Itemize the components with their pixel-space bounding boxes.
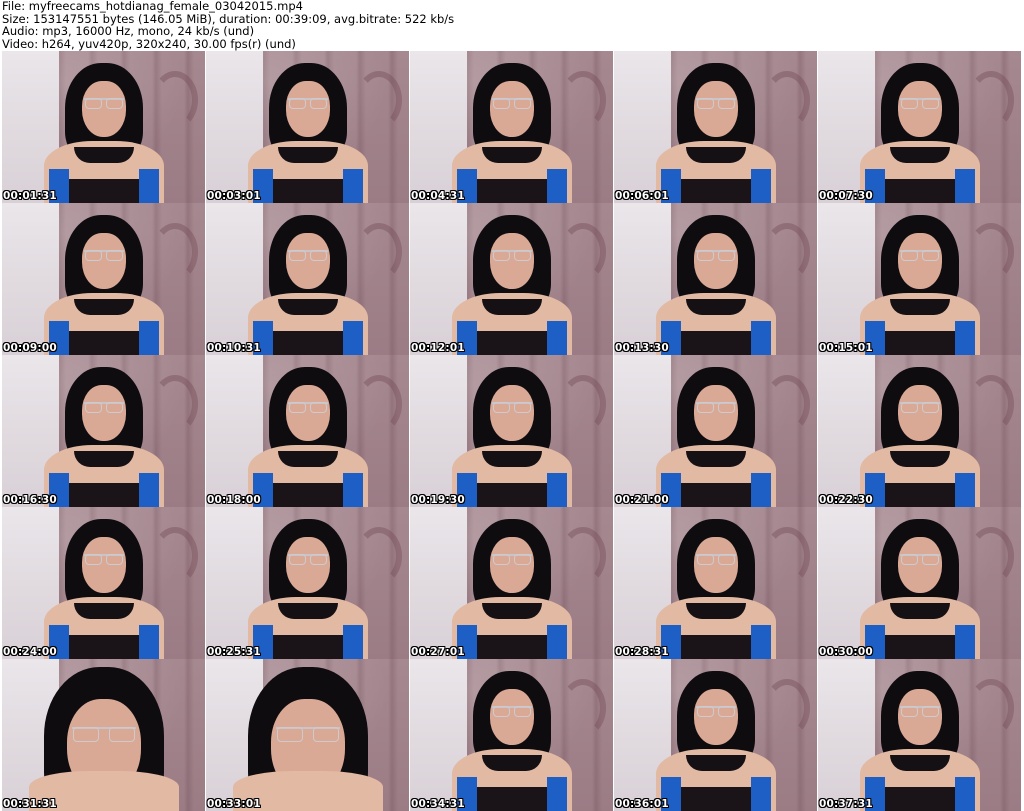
video-thumbnail: 00:36:01 [614, 659, 817, 811]
video-thumbnail: 00:31:31 [2, 659, 205, 811]
video-thumbnail: 00:33:01 [206, 659, 409, 811]
thumbnail-timestamp: 00:07:30 [819, 190, 873, 202]
video-thumbnail: 00:04:31 [410, 51, 613, 203]
video-thumbnail: 00:06:01 [614, 51, 817, 203]
thumbnail-timestamp: 00:24:00 [3, 646, 57, 658]
thumbnail-timestamp: 00:10:31 [207, 342, 261, 354]
video-thumbnail: 00:13:30 [614, 203, 817, 355]
video-thumbnail: 00:03:01 [206, 51, 409, 203]
video-thumbnail: 00:34:31 [410, 659, 613, 811]
thumbnail-timestamp: 00:25:31 [207, 646, 261, 658]
video-thumbnail: 00:16:30 [2, 355, 205, 507]
thumbnail-timestamp: 00:03:01 [207, 190, 261, 202]
thumbnail-timestamp: 00:27:01 [411, 646, 465, 658]
thumbnail-timestamp: 00:30:00 [819, 646, 873, 658]
thumbnail-timestamp: 00:21:00 [615, 494, 669, 506]
video-thumbnail: 00:24:00 [2, 507, 205, 659]
thumbnail-timestamp: 00:15:01 [819, 342, 873, 354]
thumbnail-timestamp: 00:19:30 [411, 494, 465, 506]
video-thumbnail: 00:07:30 [818, 51, 1021, 203]
video-thumbnail: 00:09:00 [2, 203, 205, 355]
thumbnail-timestamp: 00:04:31 [411, 190, 465, 202]
thumbnail-timestamp: 00:09:00 [3, 342, 57, 354]
video-thumbnail: 00:18:00 [206, 355, 409, 507]
video-thumbnail: 00:21:00 [614, 355, 817, 507]
video-thumbnail: 00:27:01 [410, 507, 613, 659]
video-thumbnail: 00:37:31 [818, 659, 1021, 811]
video-thumbnail: 00:30:00 [818, 507, 1021, 659]
video-info-line: Video: h264, yuv420p, 320x240, 30.00 fps… [2, 36, 296, 51]
thumbnail-timestamp: 00:13:30 [615, 342, 669, 354]
video-thumbnail: 00:10:31 [206, 203, 409, 355]
video-thumbnail: 00:12:01 [410, 203, 613, 355]
thumbnail-timestamp: 00:16:30 [3, 494, 57, 506]
thumbnail-timestamp: 00:33:01 [207, 798, 261, 810]
audio-info-line: Audio: mp3, 16000 Hz, mono, 24 kb/s (und… [2, 24, 255, 39]
thumbnail-timestamp: 00:37:31 [819, 798, 873, 810]
thumbnail-timestamp: 00:18:00 [207, 494, 261, 506]
thumbnail-timestamp: 00:12:01 [411, 342, 465, 354]
video-thumbnail: 00:22:30 [818, 355, 1021, 507]
thumbnail-timestamp: 00:31:31 [3, 798, 57, 810]
thumbnail-timestamp: 00:28:31 [615, 646, 669, 658]
video-thumbnail: 00:19:30 [410, 355, 613, 507]
thumbnail-timestamp: 00:22:30 [819, 494, 873, 506]
video-thumbnail: 00:15:01 [818, 203, 1021, 355]
file-info-header: File: myfreecams_hotdianag_female_030420… [0, 0, 1024, 51]
thumbnail-timestamp: 00:36:01 [615, 798, 669, 810]
video-thumbnail: 00:25:31 [206, 507, 409, 659]
file-name-line: File: myfreecams_hotdianag_female_030420… [2, 0, 303, 13]
video-thumbnail: 00:28:31 [614, 507, 817, 659]
thumbnail-timestamp: 00:01:31 [3, 190, 57, 202]
thumbnail-timestamp: 00:06:01 [615, 190, 669, 202]
thumbnail-grid: 00:01:31 00:03:01 00:04:31 00:06:01 00:0… [2, 51, 1022, 811]
thumbnail-timestamp: 00:34:31 [411, 798, 465, 810]
video-thumbnail: 00:01:31 [2, 51, 205, 203]
